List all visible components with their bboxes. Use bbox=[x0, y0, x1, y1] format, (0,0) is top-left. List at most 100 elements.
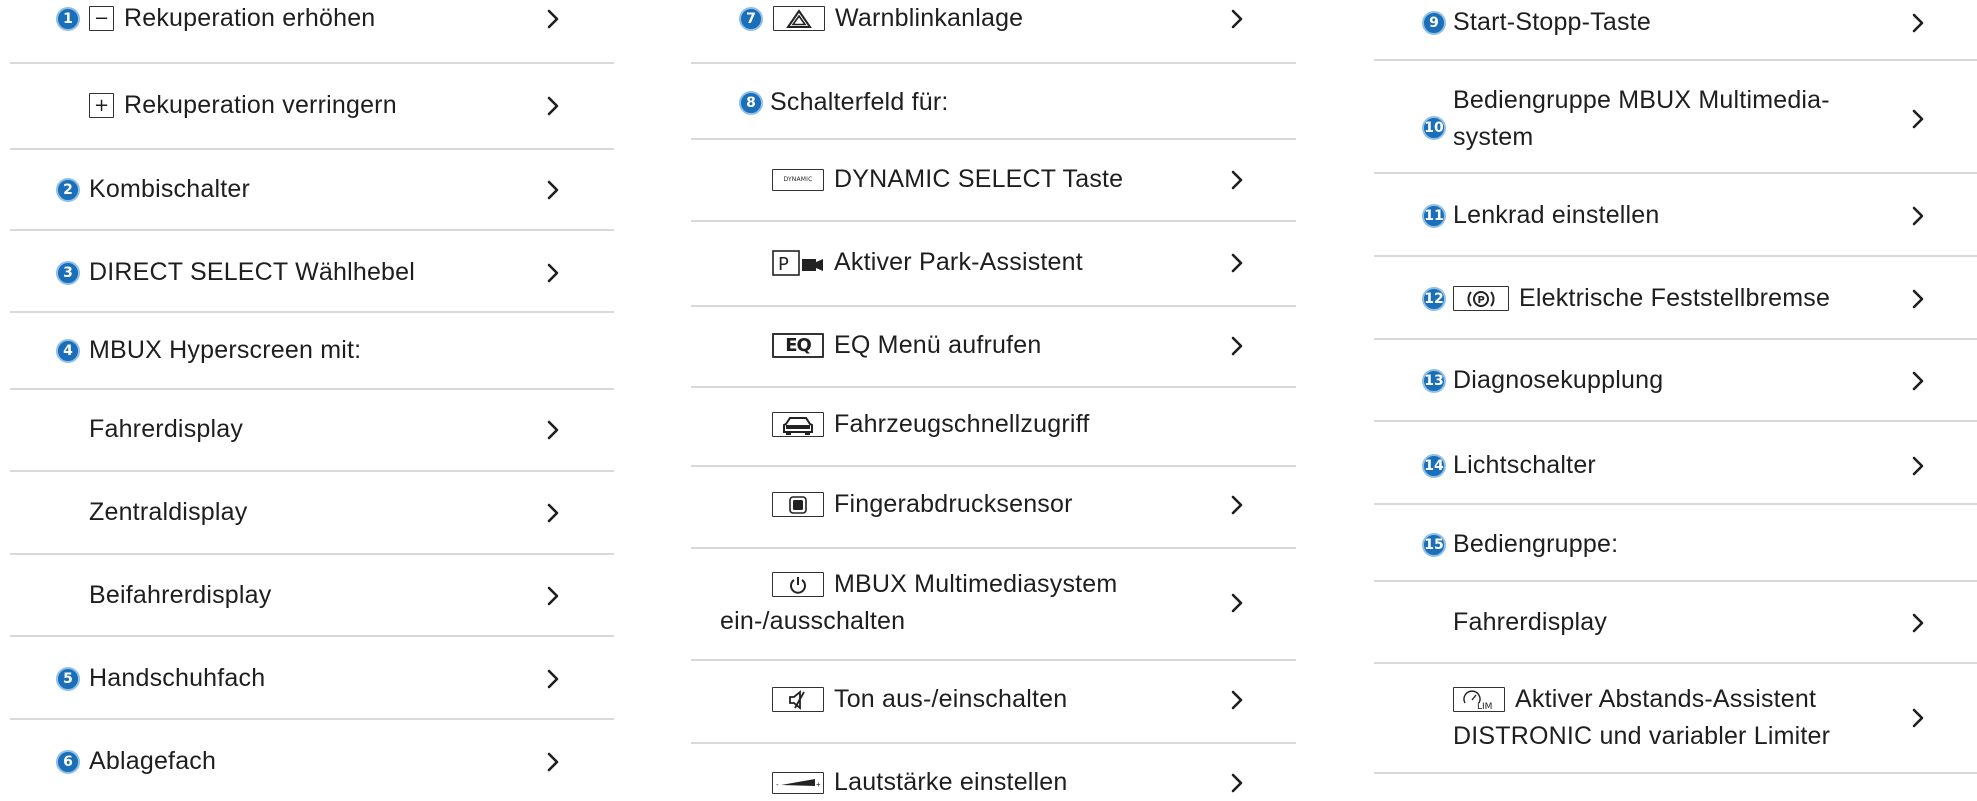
number-badge: 7 bbox=[739, 6, 763, 31]
item-label: Fingerabdrucksensor bbox=[834, 490, 1073, 518]
divider bbox=[10, 470, 614, 472]
item-label: Rekuperation erhöhen bbox=[124, 4, 376, 32]
list-item-lenkrad[interactable]: 11 Lenkrad einstellen bbox=[1374, 197, 1977, 234]
list-item-eq-menu[interactable]: EQ EQ Menü aufrufen bbox=[691, 327, 1296, 364]
item-label: Zentraldisplay bbox=[89, 498, 248, 526]
divider bbox=[10, 229, 614, 231]
mute-icon bbox=[772, 687, 824, 712]
number-badge: 15 bbox=[1422, 532, 1446, 557]
divider bbox=[691, 220, 1296, 222]
divider bbox=[1374, 580, 1977, 582]
list-item-zentraldisplay[interactable]: Zentraldisplay bbox=[10, 494, 614, 531]
item-label: Ton aus-/einschalten bbox=[834, 685, 1068, 713]
chevron-right-icon bbox=[1907, 455, 1929, 477]
list-item-fingerabdrucksensor[interactable]: Fingerabdrucksensor bbox=[691, 486, 1296, 523]
item-label: Warnblinkanlage bbox=[835, 4, 1024, 32]
chevron-right-icon bbox=[1226, 8, 1248, 30]
list-item-feststellbremse[interactable]: 12 P Elektrische Feststellbremse bbox=[1374, 280, 1977, 317]
chevron-right-icon bbox=[1907, 612, 1929, 634]
list-item-diagnosekupplung[interactable]: 13 Diagnosekupplung bbox=[1374, 362, 1977, 399]
divider bbox=[10, 388, 614, 390]
chevron-right-icon bbox=[1226, 689, 1248, 711]
list-item-fahrzeugschnellzugriff[interactable]: Fahrzeugschnellzugriff bbox=[691, 406, 1296, 443]
chevron-right-icon bbox=[1226, 169, 1248, 191]
divider bbox=[10, 553, 614, 555]
list-item-warnblinkanlage[interactable]: 7 Warnblinkanlage bbox=[691, 0, 1296, 37]
chevron-right-icon bbox=[1907, 288, 1929, 310]
list-item-ton[interactable]: Ton aus-/einschalten bbox=[691, 681, 1296, 718]
distronic-lim-icon: LIM bbox=[1453, 687, 1505, 712]
item-label-line1: MBUX Multimediasystem bbox=[834, 570, 1118, 598]
list-item-lautstaerke[interactable]: - + Lautstärke einstellen bbox=[691, 764, 1296, 801]
chevron-right-icon bbox=[542, 179, 564, 201]
chevron-right-icon bbox=[1226, 252, 1248, 274]
divider bbox=[10, 635, 614, 637]
list-item-fahrerdisplay[interactable]: Fahrerdisplay bbox=[10, 411, 614, 448]
divider bbox=[1374, 503, 1977, 505]
list-item-ablagefach[interactable]: 6 Ablagefach bbox=[10, 743, 614, 780]
list-item-direct-select[interactable]: 3 DIRECT SELECT Wählhebel bbox=[10, 254, 614, 291]
park-assist-icon: P bbox=[772, 249, 824, 276]
divider bbox=[691, 547, 1296, 549]
chevron-right-icon bbox=[542, 668, 564, 690]
divider bbox=[1374, 172, 1977, 174]
list-item-kombischalter[interactable]: 2 Kombischalter bbox=[10, 171, 614, 208]
divider bbox=[691, 386, 1296, 388]
list-item-rekuperation-erhoehen[interactable]: 1 − Rekuperation erhöhen bbox=[10, 0, 614, 37]
item-label: Start-Stopp-Taste bbox=[1453, 8, 1651, 36]
list-item-lichtschalter[interactable]: 14 Lichtschalter bbox=[1374, 447, 1977, 484]
item-label: Bediengruppe: bbox=[1453, 530, 1619, 558]
item-label-line1: Aktiver Abstands-Assistent bbox=[1515, 685, 1817, 713]
number-badge: 8 bbox=[739, 90, 763, 115]
item-label: Schalterfeld für: bbox=[770, 88, 949, 116]
chevron-right-icon bbox=[1907, 108, 1929, 130]
item-label: Fahrerdisplay bbox=[89, 415, 244, 443]
minus-icon: − bbox=[89, 6, 114, 31]
list-item-start-stopp[interactable]: 9 Start-Stopp-Taste bbox=[1374, 4, 1977, 41]
park-assist-letter: P bbox=[778, 254, 789, 275]
list-item-beifahrerdisplay[interactable]: Beifahrerdisplay bbox=[10, 577, 614, 614]
item-label: DYNAMIC SELECT Taste bbox=[834, 165, 1124, 193]
fingerprint-sensor-icon bbox=[772, 492, 824, 517]
number-badge: 1 bbox=[56, 6, 80, 31]
divider bbox=[1374, 338, 1977, 340]
item-label: Ablagefach bbox=[89, 747, 217, 775]
item-label: Diagnosekupplung bbox=[1453, 366, 1664, 394]
vehicle-quick-access-icon bbox=[772, 412, 824, 437]
chevron-right-icon bbox=[542, 751, 564, 773]
list-item-distronic[interactable]: LIM Aktiver Abstands-Assistent DISTRONIC… bbox=[1374, 681, 1977, 755]
divider bbox=[691, 659, 1296, 661]
plus-icon: + bbox=[89, 93, 114, 118]
number-badge: 13 bbox=[1422, 368, 1446, 393]
item-label: Aktiver Park-Assistent bbox=[834, 248, 1083, 276]
number-badge: 12 bbox=[1422, 286, 1446, 311]
item-label-line2: ein-/ausschalten bbox=[720, 607, 906, 635]
chevron-right-icon bbox=[1907, 205, 1929, 227]
item-label: Rekuperation verringern bbox=[124, 91, 397, 119]
svg-text:LIM: LIM bbox=[1477, 702, 1492, 711]
volume-icon: - + bbox=[772, 771, 824, 794]
list-item-fahrerdisplay-2[interactable]: Fahrerdisplay bbox=[1374, 604, 1977, 641]
divider bbox=[1374, 772, 1977, 774]
list-item-bediengruppe-mbux[interactable]: 10 Bediengruppe MBUX Multimedia- system bbox=[1374, 82, 1977, 156]
chevron-right-icon bbox=[542, 262, 564, 284]
list-item-dynamic-select[interactable]: DYNAMIC DYNAMIC SELECT Taste bbox=[691, 161, 1296, 198]
parking-brake-icon: P bbox=[1453, 286, 1509, 311]
divider bbox=[691, 305, 1296, 307]
number-badge: 2 bbox=[56, 177, 80, 202]
list-item-mbux-power[interactable]: MBUX Multimediasystem ein-/ausschalten bbox=[691, 566, 1296, 640]
divider bbox=[1374, 255, 1977, 257]
number-badge: 4 bbox=[56, 338, 80, 363]
list-item-handschuhfach[interactable]: 5 Handschuhfach bbox=[10, 660, 614, 697]
list-item-schalterfeld: 8 Schalterfeld für: bbox=[691, 84, 1296, 121]
list-item-park-assistent[interactable]: P Aktiver Park-Assistent bbox=[691, 244, 1296, 281]
chevron-right-icon bbox=[1907, 370, 1929, 392]
hazard-warning-icon bbox=[773, 6, 825, 31]
eq-menu-icon: EQ bbox=[772, 333, 824, 358]
item-label: Handschuhfach bbox=[89, 664, 266, 692]
list-item-rekuperation-verringern[interactable]: + Rekuperation verringern bbox=[10, 87, 614, 124]
item-label: MBUX Hyperscreen mit: bbox=[89, 336, 362, 364]
item-label: Kombischalter bbox=[89, 175, 250, 203]
dynamic-select-icon: DYNAMIC bbox=[772, 168, 824, 191]
item-label: Elektrische Feststellbremse bbox=[1519, 284, 1831, 312]
